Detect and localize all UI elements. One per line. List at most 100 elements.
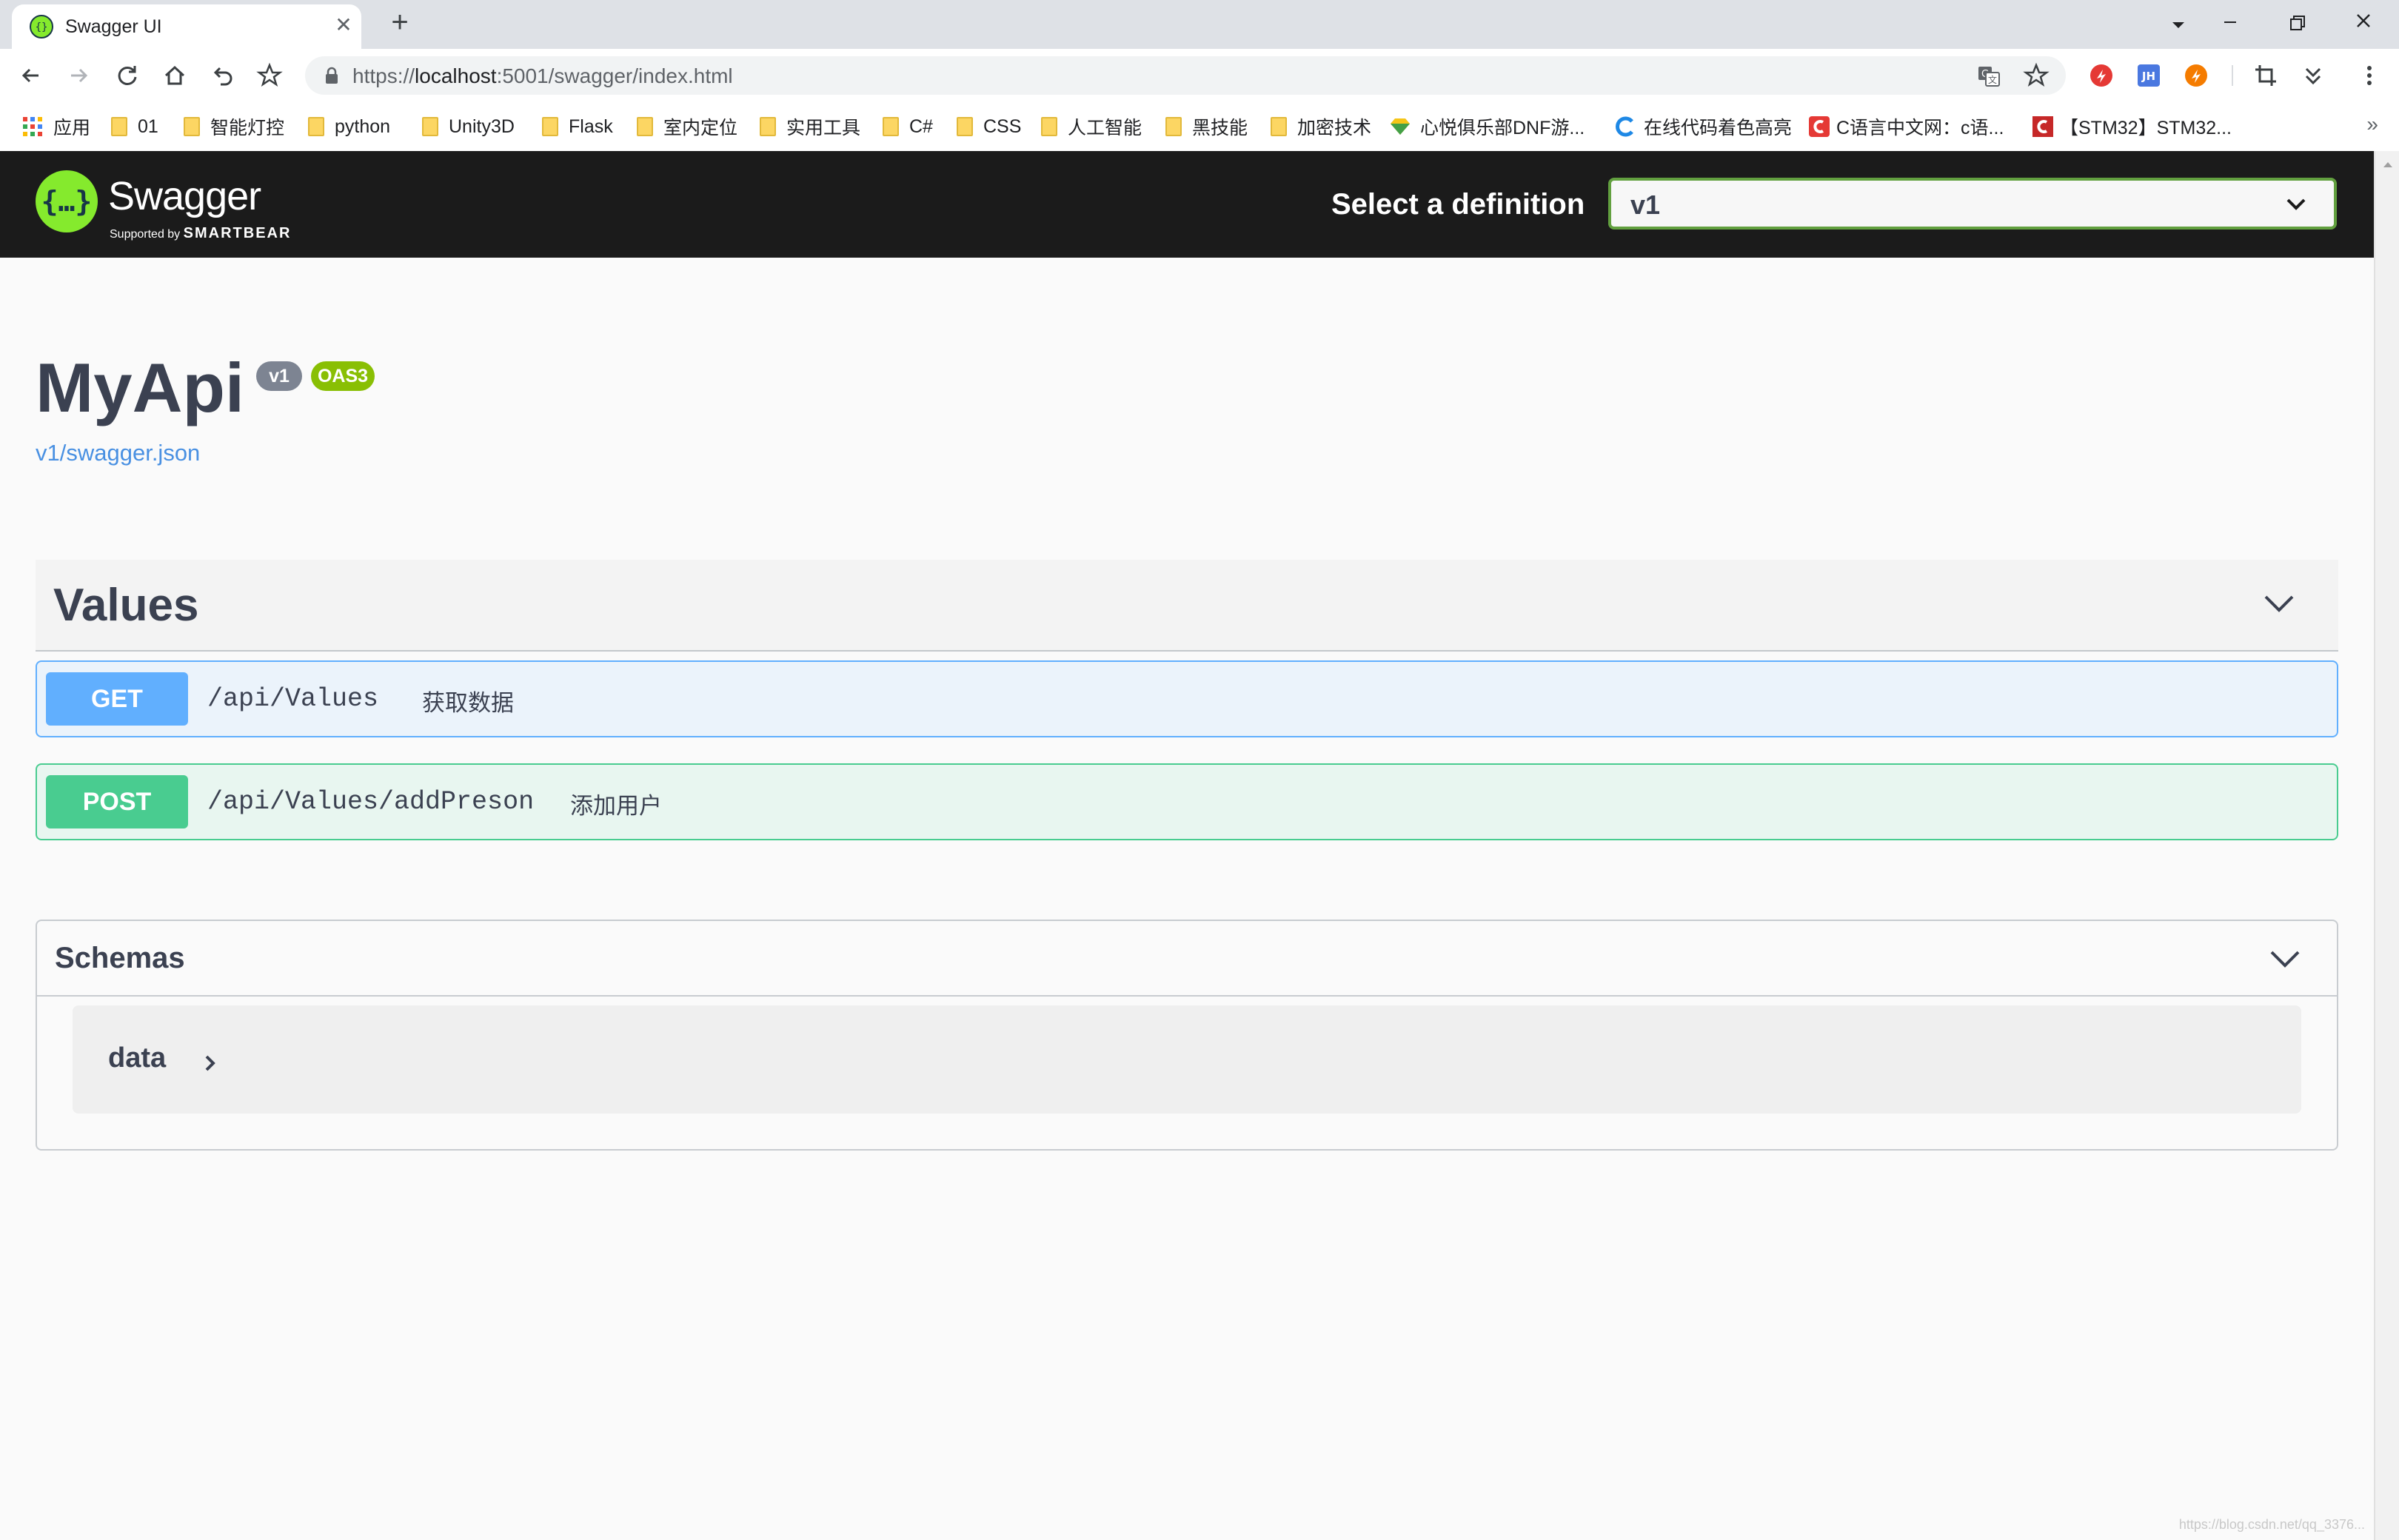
minimize-icon[interactable]	[2209, 6, 2251, 38]
operation-summary: 添加用户	[570, 793, 662, 819]
definition-label: Select a definition	[1331, 188, 1585, 221]
folder-icon	[111, 117, 127, 136]
swagger-logo-text: Swagger	[108, 174, 261, 218]
bookmark-folder-ai[interactable]: 人工智能	[1041, 114, 1142, 139]
swagger-logo-subtitle: Supported by SMARTBEAR	[110, 225, 291, 242]
scroll-up-icon[interactable]	[2375, 155, 2399, 173]
watermark: https://blog.csdn.net/qq_3376...	[2178, 1517, 2365, 1532]
bookmark-folder-css[interactable]: CSS	[957, 114, 1021, 139]
bookmark-star-icon[interactable]	[255, 61, 284, 90]
tab-close-icon[interactable]: ✕	[332, 13, 355, 37]
bookmark-folder-csharp[interactable]: C#	[883, 114, 933, 139]
bookmarks-overflow-icon[interactable]: »	[2366, 113, 2378, 136]
folder-icon	[1165, 117, 1182, 136]
url-scheme: https://	[352, 64, 415, 87]
crop-icon[interactable]	[2251, 61, 2281, 90]
bookmark-label: 在线代码着色高亮	[1644, 118, 1793, 138]
chevron-down-icon[interactable]	[2263, 592, 2295, 615]
bookmark-label: C语言中文网：c语...	[1836, 118, 2004, 138]
bookmark-label: 智能灯控	[210, 118, 285, 138]
bookmark-label: 【STM32】STM32...	[2060, 118, 2232, 138]
svg-text:{…}: {…}	[41, 185, 93, 218]
bookmark-folder-encryption[interactable]: 加密技术	[1271, 114, 1371, 139]
schema-name: data	[108, 1042, 167, 1074]
bookmark-folder-black-skills[interactable]: 黑技能	[1165, 114, 1248, 139]
svg-text:文: 文	[1988, 74, 1997, 85]
folder-icon	[184, 117, 200, 136]
c-red-icon	[1809, 116, 1830, 137]
folder-icon	[883, 117, 899, 136]
bookmark-label: python	[335, 116, 391, 137]
bookmark-c-language[interactable]: C语言中文网：c语...	[1808, 114, 2004, 139]
bookmark-folder-01[interactable]: 01	[111, 114, 158, 139]
bookmark-label: Unity3D	[449, 116, 515, 137]
bookmark-label: 心悦俱乐部DNF游...	[1420, 118, 1585, 138]
bookmark-code-highlight[interactable]: 在线代码着色高亮	[1614, 114, 1792, 139]
close-window-icon[interactable]	[2343, 6, 2384, 38]
chevron-down-icon	[2286, 198, 2306, 210]
bookmark-folder-tools[interactable]: 实用工具	[760, 114, 860, 139]
tag-values-header[interactable]: Values	[36, 560, 2338, 652]
bookmark-folder-indoor-positioning[interactable]: 室内定位	[637, 114, 737, 139]
bookmark-label: CSS	[983, 116, 1022, 137]
schema-item-data[interactable]: data	[73, 1005, 2301, 1114]
apps-grid-icon	[23, 117, 42, 136]
bookmarks-bar: 应用 01 智能灯控 python Unity3D Flask 室内定位 实用工…	[0, 102, 2399, 153]
operation-post-add-preson[interactable]: POST /api/Values/addPreson 添加用户	[36, 763, 2338, 840]
definition-select[interactable]: v1	[1608, 178, 2337, 230]
browser-tab[interactable]: {} Swagger UI ✕	[12, 4, 361, 49]
extensions-chevron-icon[interactable]	[2298, 61, 2328, 90]
swagger-favicon-icon: {}	[30, 15, 53, 38]
bookmark-apps[interactable]: 应用	[22, 114, 90, 139]
bookmark-stm32[interactable]: 【STM32】STM32...	[2032, 114, 2232, 139]
bookmark-folder-smart-light[interactable]: 智能灯控	[184, 114, 284, 139]
svg-text:JH: JH	[2141, 70, 2155, 83]
version-badge: v1	[256, 361, 302, 391]
restore-icon[interactable]	[2276, 6, 2318, 38]
bookmark-folder-python[interactable]: python	[308, 114, 390, 139]
bookmark-dnf[interactable]: 心悦俱乐部DNF游...	[1389, 114, 1585, 139]
bookmark-folder-unity3d[interactable]: Unity3D	[422, 114, 515, 139]
folder-icon	[957, 117, 973, 136]
star-page-icon[interactable]	[2021, 61, 2051, 90]
address-bar[interactable]: https://localhost:5001/swagger/index.htm…	[305, 56, 2066, 95]
gem-icon	[1391, 118, 1410, 135]
definition-select-value: v1	[1630, 190, 1661, 220]
extension-jh-icon[interactable]: JH	[2134, 61, 2164, 90]
extension-red-icon[interactable]	[2087, 61, 2116, 90]
url-path: :5001/swagger/index.html	[496, 64, 733, 87]
tab-search-icon[interactable]	[2164, 13, 2193, 37]
schemas-header[interactable]: Schemas	[37, 921, 2337, 997]
operation-summary: 获取数据	[422, 690, 514, 716]
operation-path: /api/Values	[207, 684, 379, 714]
undo-icon[interactable]	[207, 61, 237, 90]
bookmark-folder-flask[interactable]: Flask	[542, 114, 613, 139]
new-tab-icon[interactable]: +	[387, 7, 413, 38]
bookmark-label: 应用	[53, 118, 91, 138]
bookmark-label: Flask	[569, 116, 613, 137]
bookmark-label: 01	[138, 116, 158, 137]
bookmark-label: 实用工具	[786, 118, 861, 138]
swagger-braces-icon: {…}	[41, 185, 93, 218]
home-icon[interactable]	[160, 61, 190, 90]
menu-kebab-icon[interactable]	[2355, 61, 2384, 90]
method-badge-get: GET	[46, 672, 188, 726]
lock-icon[interactable]	[324, 67, 339, 84]
back-icon[interactable]	[16, 61, 46, 90]
operation-get-values[interactable]: GET /api/Values 获取数据	[36, 660, 2338, 737]
spec-link[interactable]: v1/swagger.json	[36, 440, 200, 466]
chevron-right-icon[interactable]	[203, 1053, 218, 1074]
schemas-section: Schemas data	[36, 920, 2338, 1151]
tab-title: Swagger UI	[65, 16, 162, 37]
chevron-down-icon[interactable]	[2269, 948, 2301, 970]
reload-icon[interactable]	[113, 61, 142, 90]
swagger-logo-icon[interactable]: {…}	[36, 170, 98, 232]
forward-icon[interactable]	[64, 61, 93, 90]
url-host: localhost	[415, 64, 497, 87]
bookmark-label: C#	[909, 116, 933, 137]
translate-icon[interactable]: G 文	[1974, 61, 2004, 90]
page-scrollbar[interactable]	[2374, 151, 2399, 1540]
extension-orange-icon[interactable]	[2181, 61, 2211, 90]
schemas-title: Schemas	[55, 942, 185, 974]
logo-sub-brand: SMARTBEAR	[183, 225, 292, 241]
